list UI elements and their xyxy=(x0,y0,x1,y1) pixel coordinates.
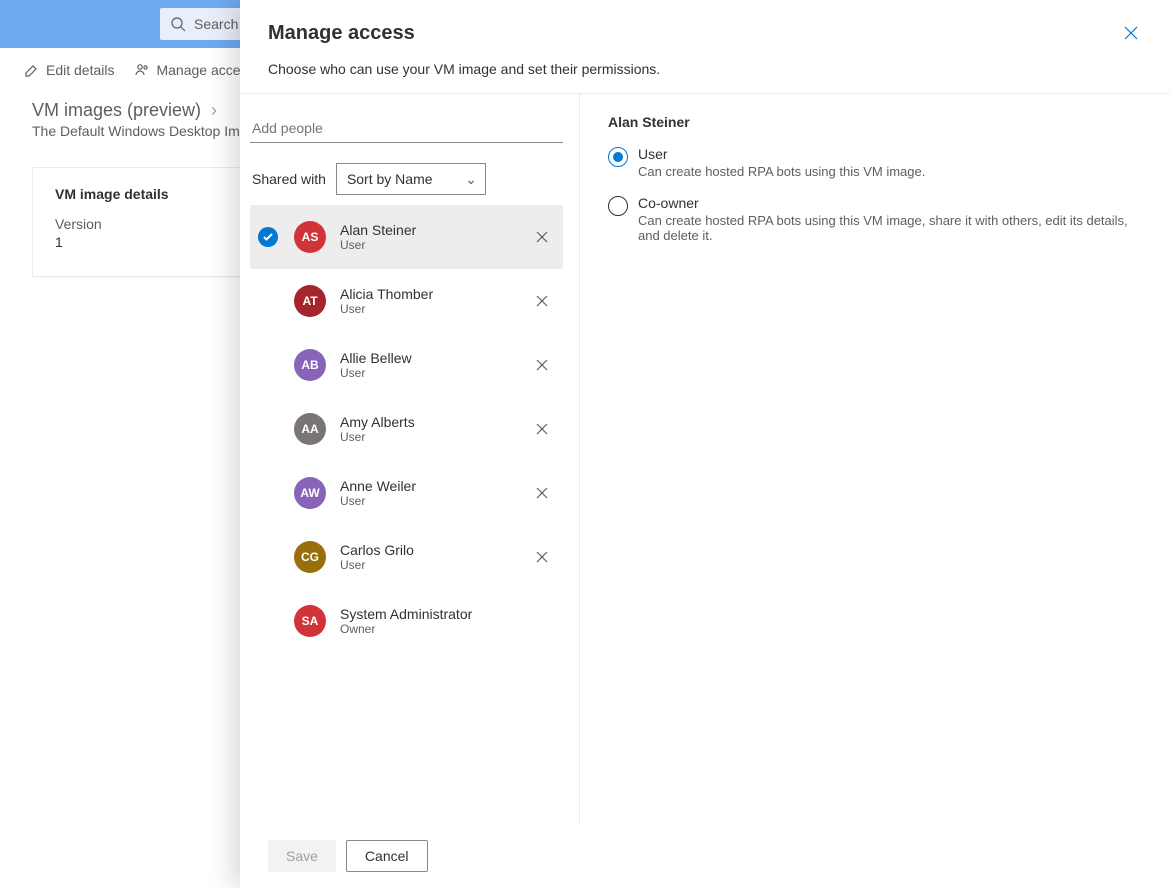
close-icon xyxy=(535,422,549,436)
save-button[interactable]: Save xyxy=(268,840,336,872)
person-info: Carlos GriloUser xyxy=(340,542,529,572)
person-role: User xyxy=(340,558,529,572)
person-role: User xyxy=(340,366,529,380)
radio-button[interactable] xyxy=(608,147,628,167)
search-placeholder: Search xyxy=(194,16,238,32)
close-icon xyxy=(535,486,549,500)
permission-label: Co-owner xyxy=(638,195,1142,211)
remove-person-button[interactable] xyxy=(529,544,555,570)
person-row[interactable]: AB Allie BellewUser xyxy=(250,333,563,397)
panel-footer: Save Cancel xyxy=(240,824,1170,888)
avatar: AS xyxy=(294,221,326,253)
remove-person-button[interactable] xyxy=(529,480,555,506)
person-name: System Administrator xyxy=(340,606,555,622)
person-name: Amy Alberts xyxy=(340,414,529,430)
person-name: Alicia Thomber xyxy=(340,286,529,302)
radio-button[interactable] xyxy=(608,196,628,216)
add-people-input[interactable] xyxy=(250,114,563,143)
permission-option[interactable]: Co-owner Can create hosted RPA bots using… xyxy=(608,195,1142,243)
remove-person-button[interactable] xyxy=(529,352,555,378)
avatar: AB xyxy=(294,349,326,381)
close-icon xyxy=(535,358,549,372)
person-name: Carlos Grilo xyxy=(340,542,529,558)
avatar: SA xyxy=(294,605,326,637)
panel-title: Manage access xyxy=(268,22,415,45)
person-info: Alicia ThomberUser xyxy=(340,286,529,316)
close-icon xyxy=(1124,26,1138,40)
person-role: Owner xyxy=(340,622,555,636)
person-info: Anne WeilerUser xyxy=(340,478,529,508)
remove-person-button[interactable] xyxy=(529,416,555,442)
people-icon xyxy=(134,62,150,78)
edit-details-command[interactable]: Edit details xyxy=(24,62,114,78)
manage-access-panel: Manage access Choose who can use your VM… xyxy=(240,0,1170,888)
person-row[interactable]: AA Amy AlbertsUser xyxy=(250,397,563,461)
person-name: Allie Bellew xyxy=(340,350,529,366)
person-row[interactable]: CG Carlos GriloUser xyxy=(250,525,563,589)
person-list: ASAlan SteinerUserATAlicia ThomberUserAB… xyxy=(250,205,563,653)
person-info: Allie BellewUser xyxy=(340,350,529,380)
person-info: Amy AlbertsUser xyxy=(340,414,529,444)
person-role: User xyxy=(340,302,529,316)
permission-description: Can create hosted RPA bots using this VM… xyxy=(638,213,1142,243)
permission-label: User xyxy=(638,146,925,162)
person-role: User xyxy=(340,494,529,508)
permissions-column: Alan Steiner User Can create hosted RPA b… xyxy=(580,94,1170,824)
permission-description: Can create hosted RPA bots using this VM… xyxy=(638,164,925,179)
breadcrumb-parent[interactable]: VM images (preview) xyxy=(32,100,201,121)
search-icon xyxy=(170,16,186,32)
person-role: User xyxy=(340,430,529,444)
person-row[interactable]: AS Alan SteinerUser xyxy=(250,205,563,269)
person-info: System AdministratorOwner xyxy=(340,606,555,636)
selected-check-icon xyxy=(258,227,278,247)
avatar: AA xyxy=(294,413,326,445)
permission-option[interactable]: User Can create hosted RPA bots using thi… xyxy=(608,146,1142,179)
shared-with-label: Shared with xyxy=(252,171,326,187)
person-row[interactable]: AT Alicia ThomberUser xyxy=(250,269,563,333)
close-icon xyxy=(535,294,549,308)
remove-person-button[interactable] xyxy=(529,224,555,250)
person-row[interactable]: AW Anne WeilerUser xyxy=(250,461,563,525)
sort-dropdown[interactable]: Sort by Name ⌄ xyxy=(336,163,486,195)
person-name: Anne Weiler xyxy=(340,478,529,494)
pencil-icon xyxy=(24,62,40,78)
person-info: Alan SteinerUser xyxy=(340,222,529,252)
close-icon xyxy=(535,230,549,244)
people-column: Shared with Sort by Name ⌄ AS Alan Steine… xyxy=(240,94,580,824)
person-row[interactable]: SA System AdministratorOwner xyxy=(250,589,563,653)
chevron-down-icon: ⌄ xyxy=(465,171,477,188)
panel-subtitle: Choose who can use your VM image and set… xyxy=(240,61,1170,93)
selected-person-name: Alan Steiner xyxy=(608,114,1142,130)
sort-value: Sort by Name xyxy=(347,171,433,187)
avatar: CG xyxy=(294,541,326,573)
close-panel-button[interactable] xyxy=(1120,22,1142,47)
avatar: AT xyxy=(294,285,326,317)
edit-details-label: Edit details xyxy=(46,62,114,78)
avatar: AW xyxy=(294,477,326,509)
manage-access-command[interactable]: Manage access xyxy=(134,62,254,78)
remove-person-button[interactable] xyxy=(529,288,555,314)
person-name: Alan Steiner xyxy=(340,222,529,238)
person-role: User xyxy=(340,238,529,252)
chevron-right-icon: › xyxy=(211,100,217,121)
close-icon xyxy=(535,550,549,564)
cancel-button[interactable]: Cancel xyxy=(346,840,428,872)
